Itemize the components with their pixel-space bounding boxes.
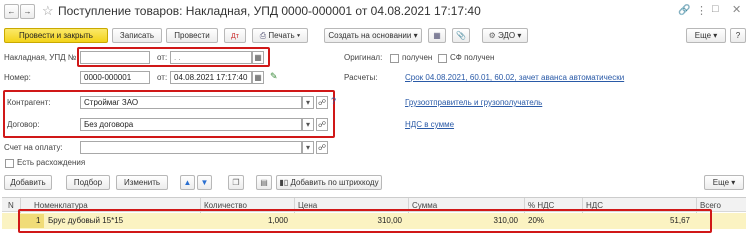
barcode-icon: ▮▯: [279, 178, 291, 187]
contract-field[interactable]: Без договора: [80, 118, 302, 131]
edo-button[interactable]: ⚙ ЭДО ▾: [482, 28, 528, 43]
original-label: Оригинал:: [344, 53, 383, 62]
paste-row-button[interactable]: ▤: [256, 175, 272, 190]
maximize-icon[interactable]: □: [712, 3, 719, 15]
contract-open-button[interactable]: ☍: [316, 118, 328, 131]
row-highlight: [18, 209, 712, 233]
counterparty-help-mark[interactable]: ?: [331, 96, 336, 106]
link-icon: ☍: [317, 143, 327, 152]
chevron-down-icon: ▾: [305, 120, 310, 129]
settlements-link[interactable]: Срок 04.08.2021, 60.01, 60.02, зачет ава…: [405, 72, 624, 84]
number-date-field[interactable]: 04.08.2021 17:17:40: [170, 71, 252, 84]
table-more-label: Еще: [712, 178, 730, 187]
discrepancy-checkbox[interactable]: [5, 159, 14, 168]
gear-icon: ⚙: [488, 31, 496, 40]
number-field[interactable]: 0000-000001: [80, 71, 150, 84]
journal-icon: Дт: [231, 33, 239, 40]
link-icon: ☍: [317, 98, 327, 107]
add-by-barcode-label: Добавить по штрихкоду: [290, 178, 379, 187]
move-down-button[interactable]: ▼: [197, 175, 212, 190]
invoice-number-label: Накладная, УПД №:: [4, 53, 79, 62]
arrow-up-icon: ▲: [183, 178, 192, 187]
barcode-scan-icon: ▤: [260, 178, 268, 187]
print-label: Печать: [268, 31, 295, 40]
copy-icon: ❐: [232, 178, 240, 187]
sf-received-checkbox[interactable]: [438, 54, 447, 63]
header-n[interactable]: N: [8, 200, 14, 211]
original-received-checkbox[interactable]: [390, 54, 399, 63]
calendar-icon: ▦: [254, 73, 262, 82]
add-by-barcode-button[interactable]: ▮▯ Добавить по штрихкоду: [276, 175, 382, 190]
select-button[interactable]: Подбор: [66, 175, 110, 190]
copy-row-button[interactable]: ❐: [228, 175, 244, 190]
more-button[interactable]: Еще ▾: [686, 28, 726, 43]
edo-label: ЭДО: [498, 31, 516, 40]
more-options-icon[interactable]: ⋮: [696, 4, 707, 17]
print-button[interactable]: ⎙ Печать ▾: [252, 28, 308, 43]
payment-invoice-label: Счет на оплату:: [4, 143, 63, 152]
vat-in-sum-link[interactable]: НДС в сумме: [405, 119, 454, 131]
payment-invoice-open-button[interactable]: ☍: [316, 141, 328, 154]
create-based-label: Создать на основании: [328, 31, 412, 40]
number-date-calendar-button[interactable]: ▦: [252, 71, 264, 84]
settings-icon[interactable]: ✎: [270, 71, 278, 82]
number-label: Номер:: [4, 73, 31, 82]
chevron-down-icon: ▾: [305, 98, 310, 107]
contract-label: Договор:: [7, 120, 40, 129]
forward-button[interactable]: →: [20, 4, 35, 19]
chevron-down-icon: ▾: [305, 143, 310, 152]
structure-icon: ▦: [433, 31, 441, 40]
link-icon[interactable]: 🔗: [678, 5, 690, 16]
structure-button[interactable]: ▦: [428, 28, 446, 43]
title-bar: ← → ☆ Поступление товаров: Накладная, УП…: [0, 0, 750, 24]
sf-received-label: СФ получен: [450, 53, 495, 62]
contract-dropdown-button[interactable]: ▾: [302, 118, 314, 131]
window-title: Поступление товаров: Накладная, УПД 0000…: [58, 4, 481, 18]
payment-invoice-field[interactable]: [80, 141, 302, 154]
add-row-button[interactable]: Добавить: [4, 175, 52, 190]
link-icon: ☍: [317, 120, 327, 129]
create-based-on-button[interactable]: Создать на основании ▾: [324, 28, 422, 43]
counterparty-field[interactable]: Строймаг ЗАО: [80, 96, 302, 109]
change-button[interactable]: Изменить: [116, 175, 168, 190]
save-button[interactable]: Записать: [112, 28, 162, 43]
journal-button[interactable]: Дт: [224, 28, 246, 43]
more-label: Еще: [694, 31, 712, 40]
counterparty-open-button[interactable]: ☍: [316, 96, 328, 109]
favorite-star-icon[interactable]: ☆: [42, 3, 54, 19]
payment-invoice-dropdown-button[interactable]: ▾: [302, 141, 314, 154]
number-from-label: от:: [157, 73, 168, 82]
discrepancy-label: Есть расхождения: [17, 158, 86, 167]
counterparty-label: Контрагент:: [7, 98, 51, 107]
shipper-consignee-link[interactable]: Грузоотправитель и грузополучатель: [405, 97, 542, 109]
back-button[interactable]: ←: [4, 4, 19, 19]
original-received-label: получен: [402, 53, 433, 62]
invoice-highlight: [77, 47, 270, 67]
attach-button[interactable]: 📎: [452, 28, 470, 43]
post-button[interactable]: Провести: [166, 28, 218, 43]
paperclip-icon: 📎: [456, 31, 466, 40]
table-more-button[interactable]: Еще ▾: [704, 175, 744, 190]
help-button[interactable]: ?: [730, 28, 746, 43]
settlements-label: Расчеты:: [344, 73, 378, 82]
close-icon[interactable]: ✕: [732, 3, 741, 16]
post-and-close-button[interactable]: Провести и закрыть: [4, 28, 108, 43]
counterparty-dropdown-button[interactable]: ▾: [302, 96, 314, 109]
move-up-button[interactable]: ▲: [180, 175, 195, 190]
arrow-down-icon: ▼: [200, 178, 209, 187]
